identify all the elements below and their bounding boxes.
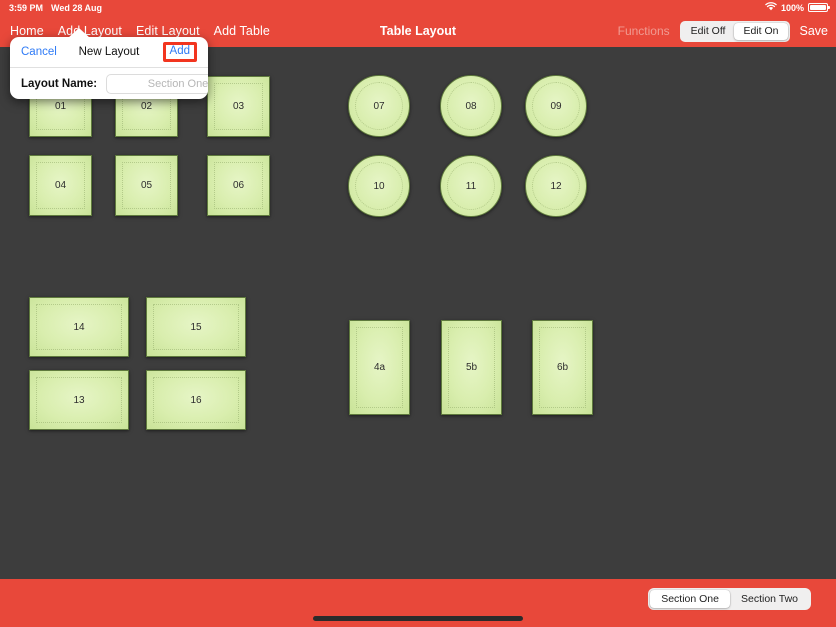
table-label: 09 <box>550 100 562 112</box>
table-label: 06 <box>232 180 245 191</box>
table-label: 03 <box>232 101 245 112</box>
table-label: 15 <box>190 321 202 333</box>
bottom-bar: Section One Section Two <box>0 579 836 627</box>
popover-panel: Cancel New Layout Add Layout Name: <box>10 37 208 99</box>
popover-body: Layout Name: <box>10 68 208 99</box>
table-08[interactable]: 08 <box>440 75 502 137</box>
layout-name-input[interactable] <box>106 73 208 94</box>
table-label: 6b <box>556 362 569 373</box>
edit-mode-segmented-control[interactable]: Edit Off Edit On <box>679 20 790 42</box>
table-layout-app: 3:59 PM Wed 28 Aug 100% Home Add Layout … <box>0 0 836 627</box>
table-04[interactable]: 04 <box>29 155 92 216</box>
segment-section-one[interactable]: Section One <box>650 590 730 608</box>
table-07[interactable]: 07 <box>348 75 410 137</box>
table-label: 02 <box>140 101 153 112</box>
status-bar: 3:59 PM Wed 28 Aug 100% <box>0 0 836 15</box>
table-05[interactable]: 05 <box>115 155 178 216</box>
layout-canvas[interactable]: 01 02 03 04 05 06 07 08 09 10 11 12 14 15 13 16 4a 5b 6b <box>0 47 836 579</box>
table-11[interactable]: 11 <box>440 155 502 217</box>
table-label: 04 <box>54 180 67 191</box>
wifi-icon <box>765 2 777 13</box>
status-bar-left: 3:59 PM Wed 28 Aug <box>9 0 102 15</box>
table-4a[interactable]: 4a <box>349 320 410 415</box>
toolbar-right-group: Functions Edit Off Edit On Save <box>618 15 828 47</box>
table-03[interactable]: 03 <box>207 76 270 137</box>
table-label: 14 <box>73 321 85 333</box>
table-14[interactable]: 14 <box>29 297 129 357</box>
segment-edit-off[interactable]: Edit Off <box>682 23 735 40</box>
segment-section-two[interactable]: Section Two <box>730 590 809 608</box>
home-indicator[interactable] <box>313 616 523 621</box>
add-button[interactable]: Add <box>162 42 197 62</box>
table-13[interactable]: 13 <box>29 370 129 430</box>
layout-name-label: Layout Name: <box>21 77 98 90</box>
table-6b[interactable]: 6b <box>532 320 593 415</box>
segment-edit-on[interactable]: Edit On <box>734 22 788 40</box>
table-06[interactable]: 06 <box>207 155 270 216</box>
status-date: Wed 28 Aug <box>51 2 103 13</box>
table-label: 16 <box>190 394 202 406</box>
popover-header: Cancel New Layout Add <box>10 37 208 68</box>
save-button[interactable]: Save <box>800 24 829 38</box>
table-label: 13 <box>73 394 85 406</box>
functions-label[interactable]: Functions <box>618 24 670 38</box>
table-label: 11 <box>465 180 477 192</box>
cancel-button[interactable]: Cancel <box>21 46 57 58</box>
section-segmented-control[interactable]: Section One Section Two <box>648 588 811 610</box>
table-15[interactable]: 15 <box>146 297 246 357</box>
table-16[interactable]: 16 <box>146 370 246 430</box>
table-09[interactable]: 09 <box>525 75 587 137</box>
table-5b[interactable]: 5b <box>441 320 502 415</box>
table-10[interactable]: 10 <box>348 155 410 217</box>
battery-icon <box>808 3 830 12</box>
table-label: 05 <box>140 180 153 191</box>
battery-percent: 100% <box>780 2 804 13</box>
status-bar-right: 100% <box>765 0 830 15</box>
new-layout-popover: Cancel New Layout Add Layout Name: <box>10 28 208 99</box>
status-time: 3:59 PM <box>9 2 44 13</box>
table-label: 4a <box>373 362 386 373</box>
table-label: 01 <box>54 101 67 112</box>
table-label: 12 <box>550 180 562 192</box>
table-label: 10 <box>373 180 385 192</box>
table-12[interactable]: 12 <box>525 155 587 217</box>
table-label: 08 <box>465 100 477 112</box>
table-label: 5b <box>465 362 478 373</box>
table-label: 07 <box>373 100 385 112</box>
